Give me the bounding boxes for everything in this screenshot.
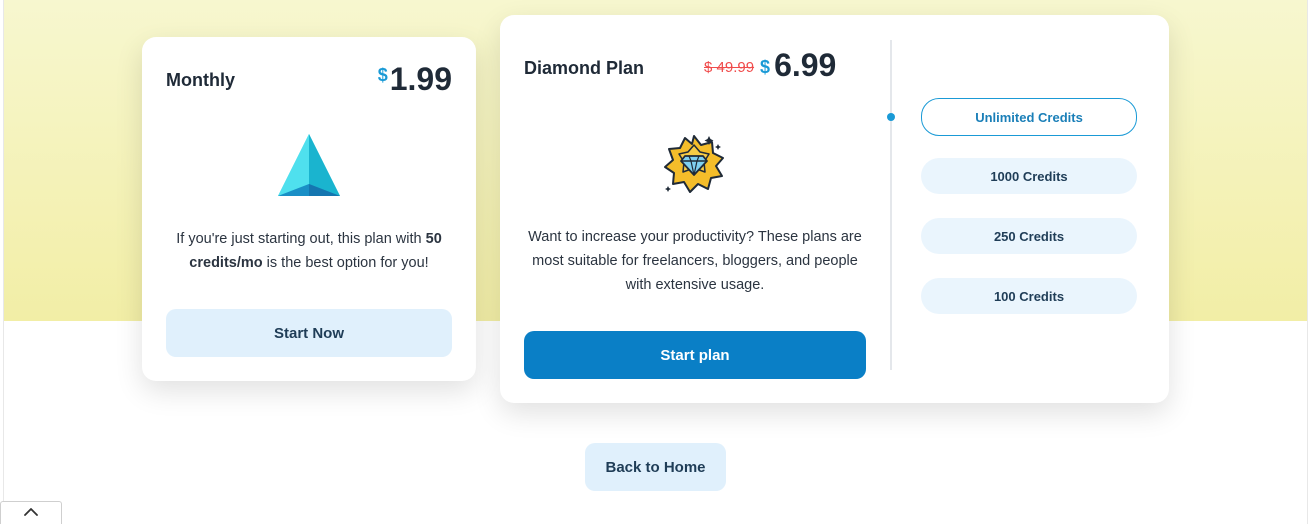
credit-option-unlimited[interactable]: Unlimited Credits	[921, 98, 1137, 136]
options-divider	[890, 40, 892, 370]
right-edge	[1307, 0, 1311, 524]
plan-price: $ 1.99	[378, 61, 452, 98]
credit-option-1000[interactable]: 1000 Credits	[921, 158, 1137, 194]
start-plan-button[interactable]: Start plan	[524, 331, 866, 379]
start-now-button[interactable]: Start Now	[166, 309, 452, 357]
currency-symbol: $	[377, 65, 388, 85]
old-price: $ 49.99	[704, 59, 755, 76]
chevron-up-icon	[23, 504, 39, 522]
back-to-home-button[interactable]: Back to Home	[585, 443, 726, 491]
plan-price: $ 49.99 $ 6.99	[704, 47, 836, 84]
scroll-up-tab[interactable]	[0, 501, 62, 524]
plan-description: If you're just starting out, this plan w…	[162, 227, 456, 275]
credit-option-250[interactable]: 250 Credits	[921, 218, 1137, 254]
description-text: If you're just starting out, this plan w…	[176, 231, 426, 247]
plan-title: Diamond Plan	[524, 58, 645, 78]
diamond-plan-card: Diamond Plan $ 49.99 $ 6.99 Want to incr…	[500, 15, 1169, 403]
price-amount: 1.99	[389, 61, 452, 97]
price-amount: 6.99	[774, 47, 837, 83]
currency-symbol: $	[760, 57, 771, 77]
pyramid-icon	[276, 132, 342, 198]
diamond-badge-icon	[660, 130, 728, 198]
credit-option-100[interactable]: 100 Credits	[921, 278, 1137, 314]
description-text: is the best option for you!	[262, 255, 429, 271]
selection-indicator	[887, 113, 895, 121]
plan-description: Want to increase your productivity? Thes…	[528, 229, 862, 293]
left-edge	[0, 0, 4, 524]
plan-title: Monthly	[166, 70, 235, 90]
monthly-plan-card: Monthly $ 1.99 If you're just starting o…	[142, 37, 476, 381]
